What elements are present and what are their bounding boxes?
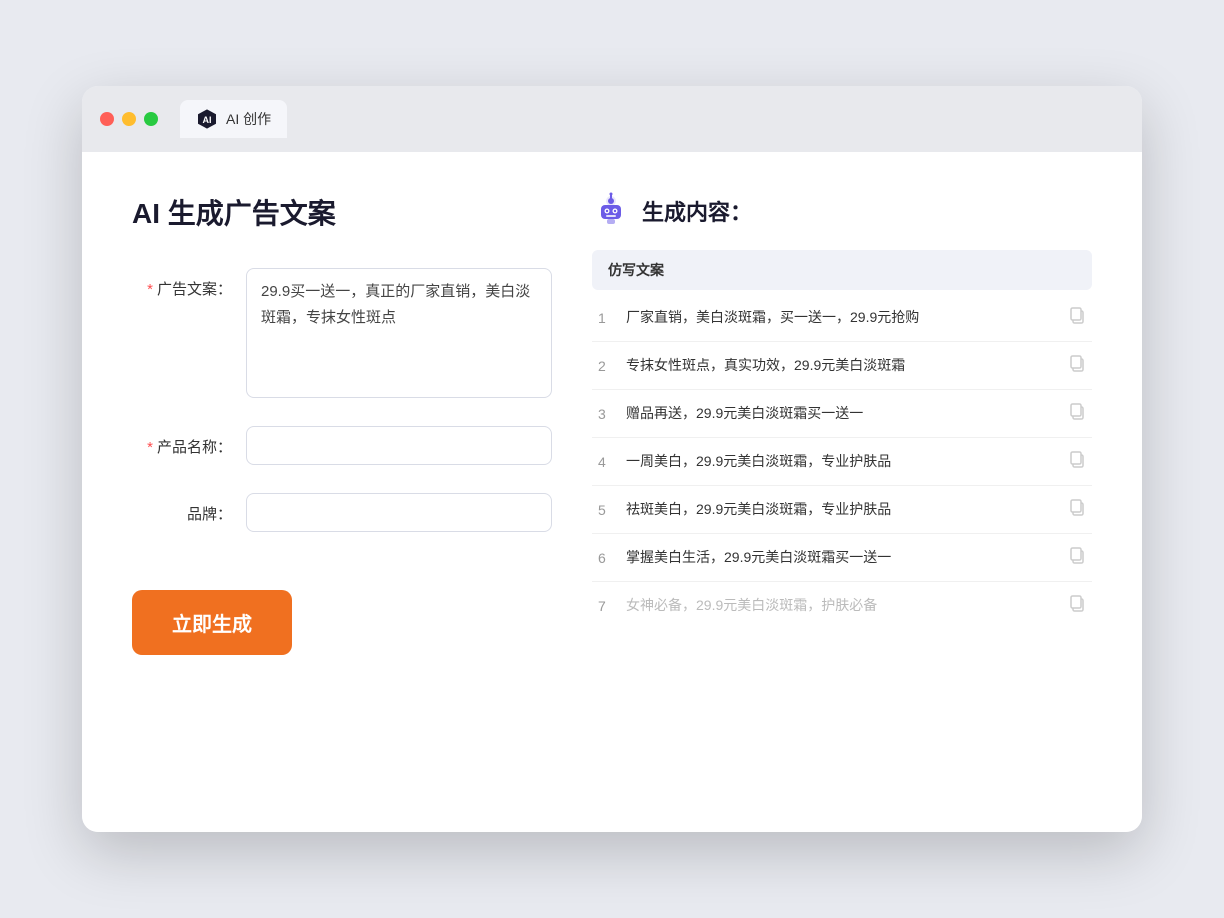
product-name-label: *产品名称：	[132, 426, 232, 457]
ai-tab-icon: AI	[196, 108, 218, 130]
result-title: 生成内容：	[642, 195, 752, 227]
svg-text:AI: AI	[203, 115, 212, 125]
result-table-header: 仿写文案	[592, 250, 1092, 290]
minimize-button[interactable]	[122, 112, 136, 126]
copy-icon[interactable]	[1060, 546, 1086, 569]
required-star: *	[147, 281, 153, 298]
copy-icon[interactable]	[1060, 306, 1086, 329]
copy-icon[interactable]	[1060, 354, 1086, 377]
ad-copy-group: *广告文案： 29.9买一送一，真正的厂家直销，美白淡斑霜，专抹女性斑点	[132, 268, 552, 398]
result-number: 5	[598, 502, 626, 518]
brand-label: 品牌：	[132, 493, 232, 524]
copy-icon[interactable]	[1060, 402, 1086, 425]
result-text: 一周美白，29.9元美白淡斑霜，专业护肤品	[626, 451, 1060, 472]
browser-tab[interactable]: AI AI 创作	[180, 100, 287, 138]
result-text: 厂家直销，美白淡斑霜，买一送一，29.9元抢购	[626, 307, 1060, 328]
required-star-2: *	[147, 439, 153, 456]
copy-icon[interactable]	[1060, 594, 1086, 617]
result-number: 3	[598, 406, 626, 422]
right-panel: 生成内容： 仿写文案 1厂家直销，美白淡斑霜，买一送一，29.9元抢购 2专抹女…	[592, 192, 1092, 792]
close-button[interactable]	[100, 112, 114, 126]
list-item: 3赠品再送，29.9元美白淡斑霜买一送一	[592, 390, 1092, 438]
result-text: 祛斑美白，29.9元美白淡斑霜，专业护肤品	[626, 499, 1060, 520]
maximize-button[interactable]	[144, 112, 158, 126]
product-name-input[interactable]: 美白淡斑霜	[246, 426, 552, 465]
result-header: 生成内容：	[592, 192, 1092, 230]
result-number: 7	[598, 598, 626, 614]
ad-copy-label: *广告文案：	[132, 268, 232, 299]
result-text: 赠品再送，29.9元美白淡斑霜买一送一	[626, 403, 1060, 424]
result-number: 6	[598, 550, 626, 566]
brand-group: 品牌： 好白	[132, 493, 552, 532]
robot-icon	[592, 192, 630, 230]
left-panel: AI 生成广告文案 *广告文案： 29.9买一送一，真正的厂家直销，美白淡斑霜，…	[132, 192, 552, 792]
generate-button[interactable]: 立即生成	[132, 590, 292, 655]
copy-icon[interactable]	[1060, 498, 1086, 521]
result-list: 1厂家直销，美白淡斑霜，买一送一，29.9元抢购 2专抹女性斑点，真实功效，29…	[592, 294, 1092, 629]
result-number: 1	[598, 310, 626, 326]
page-title: AI 生成广告文案	[132, 192, 552, 232]
list-item: 6掌握美白生活，29.9元美白淡斑霜买一送一	[592, 534, 1092, 582]
list-item: 4一周美白，29.9元美白淡斑霜，专业护肤品	[592, 438, 1092, 486]
result-text: 专抹女性斑点，真实功效，29.9元美白淡斑霜	[626, 355, 1060, 376]
list-item: 5祛斑美白，29.9元美白淡斑霜，专业护肤品	[592, 486, 1092, 534]
result-text: 女神必备，29.9元美白淡斑霜，护肤必备	[626, 595, 1060, 616]
ad-copy-input[interactable]: 29.9买一送一，真正的厂家直销，美白淡斑霜，专抹女性斑点	[246, 268, 552, 398]
copy-icon[interactable]	[1060, 450, 1086, 473]
product-name-group: *产品名称： 美白淡斑霜	[132, 426, 552, 465]
browser-content: AI 生成广告文案 *广告文案： 29.9买一送一，真正的厂家直销，美白淡斑霜，…	[82, 152, 1142, 832]
brand-input[interactable]: 好白	[246, 493, 552, 532]
titlebar: AI AI 创作	[82, 86, 1142, 152]
list-item: 2专抹女性斑点，真实功效，29.9元美白淡斑霜	[592, 342, 1092, 390]
browser-window: AI AI 创作 AI 生成广告文案 *广告文案： 29.9买一送一，真正的厂家…	[82, 86, 1142, 832]
result-number: 4	[598, 454, 626, 470]
traffic-lights	[100, 112, 158, 126]
result-text: 掌握美白生活，29.9元美白淡斑霜买一送一	[626, 547, 1060, 568]
tab-title: AI 创作	[226, 109, 271, 129]
list-item: 1厂家直销，美白淡斑霜，买一送一，29.9元抢购	[592, 294, 1092, 342]
list-item: 7女神必备，29.9元美白淡斑霜，护肤必备	[592, 582, 1092, 629]
result-number: 2	[598, 358, 626, 374]
